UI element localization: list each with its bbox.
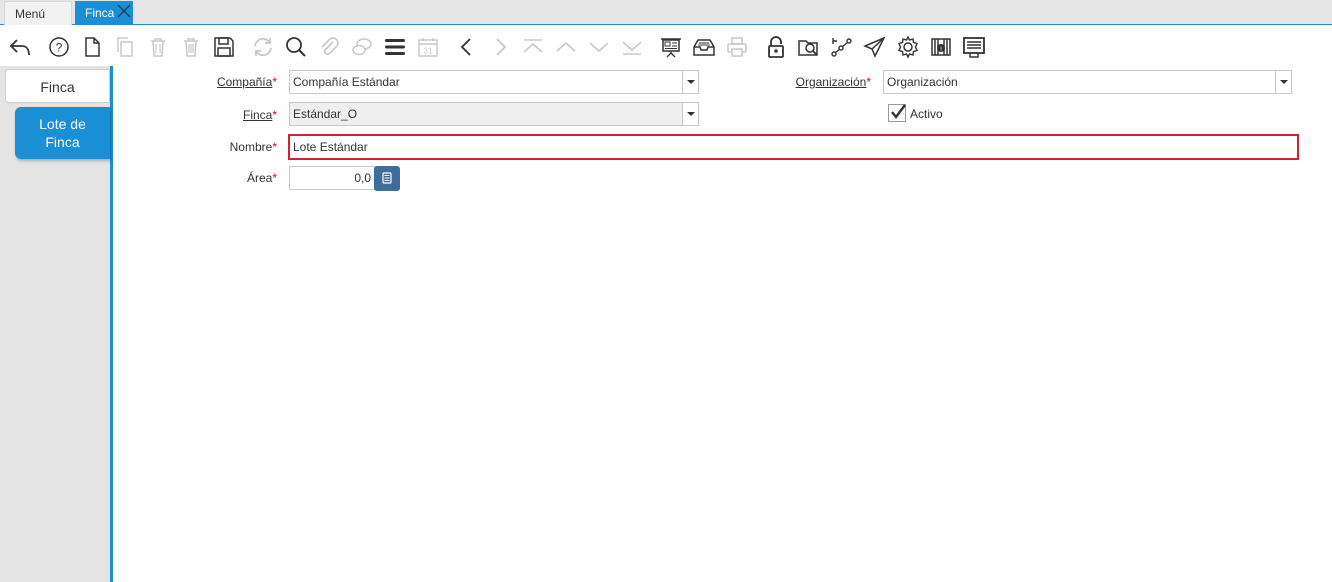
- compania-label-text: Compañía: [216, 75, 273, 89]
- area-value: 0,0: [354, 171, 371, 185]
- help-icon[interactable]: ?: [46, 34, 72, 60]
- chevron-down-icon[interactable]: [1275, 71, 1291, 93]
- previous-record-icon[interactable]: [454, 34, 480, 60]
- child-record-icon[interactable]: [586, 34, 612, 60]
- activo-label: Activo: [910, 107, 943, 121]
- svg-text:?: ?: [56, 41, 63, 55]
- refresh-icon[interactable]: [250, 34, 276, 60]
- svg-text:i: i: [940, 47, 941, 53]
- nombre-label-text: Nombre: [229, 140, 273, 154]
- calculator-button[interactable]: [374, 166, 400, 191]
- finca-select[interactable]: Estándar_O: [289, 102, 699, 126]
- product-info-icon[interactable]: i: [928, 34, 954, 60]
- area-input[interactable]: 0,0: [289, 166, 375, 190]
- window-tab-bar: Menú (9) Finca: [0, 0, 1332, 45]
- check-icon: [891, 104, 906, 119]
- toolbar: ? 31 i: [0, 26, 1332, 66]
- tab-finca-label: Finca: [85, 6, 115, 20]
- next-record-icon[interactable]: [487, 34, 513, 60]
- save-icon[interactable]: [211, 34, 237, 60]
- archive-icon[interactable]: [691, 34, 717, 60]
- process-icon[interactable]: [895, 34, 921, 60]
- tab-lote-de-finca[interactable]: Lote de Finca: [15, 107, 110, 159]
- finca-label-text: Finca: [242, 108, 273, 122]
- workflow-icon[interactable]: [829, 34, 855, 60]
- new-record-icon[interactable]: [79, 34, 105, 60]
- attachment-icon[interactable]: [316, 34, 342, 60]
- tab-lote-line1: Lote de: [39, 116, 86, 132]
- organizacion-label[interactable]: Organización*: [760, 75, 871, 89]
- compania-label[interactable]: Compañía*: [180, 75, 277, 89]
- request-icon[interactable]: [862, 34, 888, 60]
- required-mark: *: [866, 75, 871, 89]
- zoom-across-icon[interactable]: [796, 34, 822, 60]
- detail-tab-panel: Finca Lote de Finca: [0, 66, 113, 582]
- customize-icon[interactable]: [961, 34, 987, 60]
- print-icon[interactable]: [724, 34, 750, 60]
- undo-icon[interactable]: [7, 34, 33, 60]
- area-label-text: Área: [246, 171, 273, 185]
- last-record-icon[interactable]: [619, 34, 645, 60]
- copy-record-icon[interactable]: [112, 34, 138, 60]
- finca-value: Estándar_O: [293, 107, 358, 121]
- calculator-icon: [382, 172, 392, 184]
- nombre-input[interactable]: Lote Estándar: [288, 134, 1299, 160]
- organizacion-value: Organización: [887, 75, 958, 89]
- delete-icon[interactable]: [145, 34, 171, 60]
- required-mark: *: [272, 171, 277, 185]
- required-mark: *: [272, 108, 277, 122]
- area-label: Área*: [180, 171, 277, 185]
- tab-lote-line2: Finca: [45, 134, 80, 150]
- nombre-label: Nombre*: [180, 140, 277, 154]
- organizacion-label-text: Organización: [795, 75, 867, 89]
- required-mark: *: [272, 75, 277, 89]
- lock-icon[interactable]: [763, 34, 789, 60]
- grid-toggle-icon[interactable]: [382, 34, 408, 60]
- delete-selection-icon[interactable]: [178, 34, 204, 60]
- calendar-icon[interactable]: 31: [415, 34, 441, 60]
- nombre-value: Lote Estándar: [293, 140, 368, 154]
- organizacion-select[interactable]: Organización: [883, 70, 1292, 94]
- first-record-icon[interactable]: [520, 34, 546, 60]
- required-mark: *: [272, 140, 277, 154]
- finca-label[interactable]: Finca*: [180, 108, 277, 122]
- parent-record-icon[interactable]: [553, 34, 579, 60]
- close-icon[interactable]: [116, 3, 132, 19]
- chevron-down-icon[interactable]: [682, 71, 698, 93]
- report-icon[interactable]: [658, 34, 684, 60]
- chevron-down-icon[interactable]: [682, 103, 698, 125]
- chat-icon[interactable]: [349, 34, 375, 60]
- svg-text:31: 31: [424, 47, 433, 56]
- find-icon[interactable]: [283, 34, 309, 60]
- activo-checkbox[interactable]: [888, 104, 906, 122]
- compania-select[interactable]: Compañía Estándar: [289, 70, 699, 94]
- tab-menu[interactable]: Menú (9): [4, 1, 72, 45]
- tab-finca-detail[interactable]: Finca: [5, 69, 110, 103]
- tab-finca-detail-label: Finca: [40, 79, 75, 95]
- compania-value: Compañía Estándar: [293, 75, 400, 89]
